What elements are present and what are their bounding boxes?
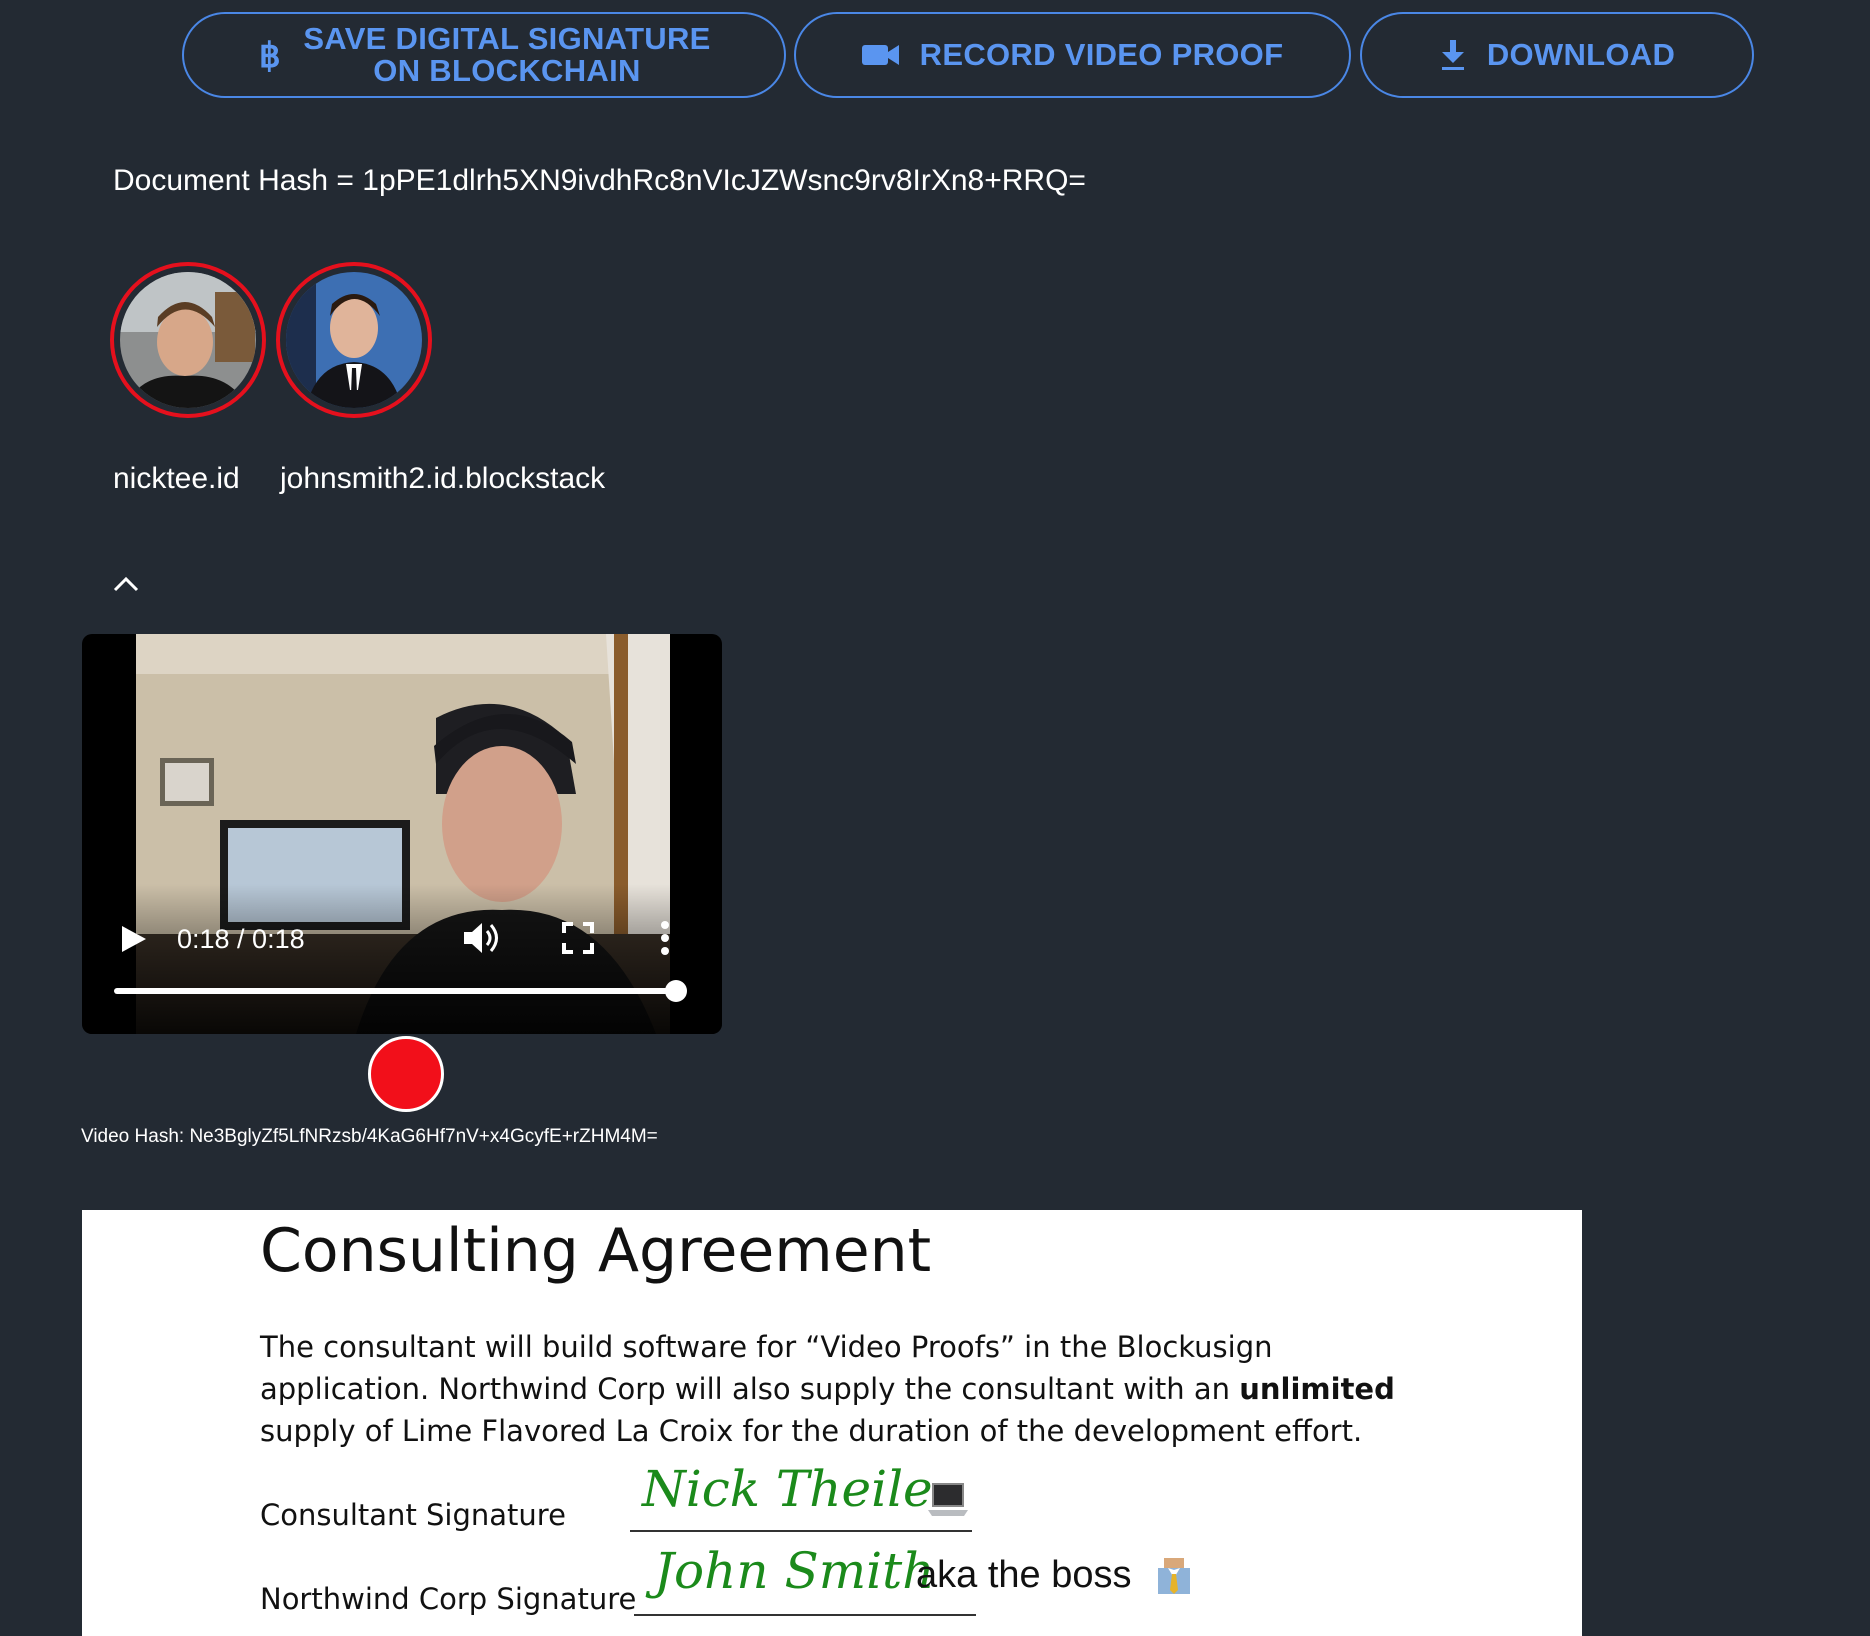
document-bold-text: unlimited [1239, 1372, 1395, 1406]
signer-username: johnsmith2.id.blockstack [280, 462, 606, 495]
document-text: The consultant will build software for “… [260, 1330, 1273, 1364]
volume-icon[interactable] [462, 920, 502, 961]
svg-text:฿: ฿ [259, 38, 281, 72]
progress-bar[interactable] [114, 988, 676, 994]
avatar-johnsmith2 [276, 262, 432, 418]
record-button[interactable] [368, 1036, 444, 1112]
video-hash: Video Hash: Ne3BglyZf5LfNRzsb/4KaG6Hf7nV… [81, 1126, 658, 1147]
northwind-signature: John Smith [654, 1542, 935, 1600]
signature-line [630, 1530, 972, 1532]
document-hash: Document Hash = 1pPE1dlrh5XN9ivdhRc8nVIc… [113, 164, 1086, 197]
video-player[interactable]: 0:18 / 0:18 [82, 634, 722, 1034]
download-button[interactable]: DOWNLOAD [1360, 12, 1754, 98]
fullscreen-icon[interactable] [562, 922, 594, 959]
document-text: application. Northwind Corp will also su… [260, 1372, 1395, 1406]
record-video-proof-button[interactable]: RECORD VIDEO PROOF [794, 12, 1351, 98]
document-text: supply of Lime Flavored La Croix for the… [260, 1414, 1363, 1448]
save-signature-label: SAVE DIGITAL SIGNATURE ON BLOCKCHAIN [303, 21, 711, 88]
play-icon[interactable] [120, 924, 148, 959]
document-title: Consulting Agreement [260, 1216, 932, 1286]
chevron-up-icon[interactable] [112, 572, 140, 596]
northwind-signature-label: Northwind Corp Signature [260, 1582, 637, 1616]
laptop-icon [928, 1482, 968, 1523]
download-label: DOWNLOAD [1486, 37, 1676, 72]
boss-note: aka the boss [916, 1554, 1132, 1596]
progress-thumb[interactable] [665, 980, 687, 1002]
signature-line [634, 1614, 976, 1616]
signer-username: nicktee.id [113, 462, 240, 495]
save-signature-blockchain-button[interactable]: ฿ SAVE DIGITAL SIGNATURE ON BLOCKCHAIN [182, 12, 786, 98]
bitcoin-icon: ฿ [257, 38, 283, 72]
video-controls [82, 884, 722, 1034]
consultant-signature-label: Consultant Signature [260, 1498, 566, 1532]
videocam-icon [861, 43, 900, 67]
consultant-signature: Nick Theile [642, 1460, 933, 1518]
video-time: 0:18 / 0:18 [177, 924, 305, 954]
businessman-icon [1154, 1556, 1194, 1601]
avatar-nicktee [110, 262, 266, 418]
download-icon [1439, 39, 1467, 71]
record-video-proof-label: RECORD VIDEO PROOF [919, 37, 1284, 72]
more-options-icon[interactable] [660, 920, 670, 961]
document-text-segment: application. Northwind Corp will also su… [260, 1372, 1240, 1406]
document-preview: Consulting Agreement The consultant will… [82, 1210, 1582, 1636]
